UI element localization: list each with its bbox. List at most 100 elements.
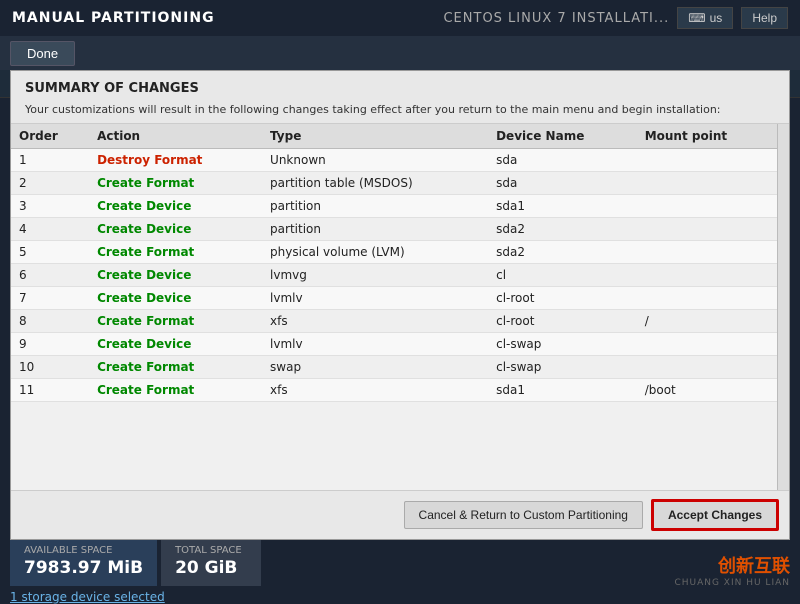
table-header-row: Order Action Type Device Name Mount poin…	[11, 124, 777, 149]
language-button[interactable]: ⌨ us	[677, 7, 733, 29]
watermark-sub: CHUANG XIN HU LIAN	[674, 578, 790, 588]
modal-description: Your customizations will result in the f…	[25, 102, 775, 117]
cell-device: cl-root	[488, 310, 637, 333]
cell-type: swap	[262, 356, 488, 379]
cell-mount	[637, 264, 777, 287]
cell-device: sda2	[488, 218, 637, 241]
cancel-button[interactable]: Cancel & Return to Custom Partitioning	[404, 501, 643, 529]
app-title: MANUAL PARTITIONING	[12, 10, 215, 26]
cell-device: sda2	[488, 241, 637, 264]
changes-table: Order Action Type Device Name Mount poin…	[11, 124, 777, 402]
cell-action: Create Device	[89, 195, 262, 218]
available-space-card: AVAILABLE SPACE 7983.97 MiB	[10, 537, 157, 586]
cell-order: 5	[11, 241, 89, 264]
available-value: 7983.97 MiB	[24, 558, 143, 578]
table-row: 5Create Formatphysical volume (LVM)sda2	[11, 241, 777, 264]
cell-action: Create Device	[89, 287, 262, 310]
cell-order: 11	[11, 379, 89, 402]
cell-type: Unknown	[262, 149, 488, 172]
cell-device: cl-root	[488, 287, 637, 310]
cell-action: Create Device	[89, 264, 262, 287]
cell-mount	[637, 356, 777, 379]
cell-type: xfs	[262, 310, 488, 333]
changes-table-wrap: Order Action Type Device Name Mount poin…	[11, 124, 777, 490]
table-row: 2Create Formatpartition table (MSDOS)sda	[11, 172, 777, 195]
modal-title: SUMMARY OF CHANGES	[25, 81, 775, 96]
cell-mount: /	[637, 310, 777, 333]
table-row: 1Destroy FormatUnknownsda	[11, 149, 777, 172]
cell-mount	[637, 149, 777, 172]
cell-device: sda	[488, 149, 637, 172]
table-row: 3Create Devicepartitionsda1	[11, 195, 777, 218]
cell-type: xfs	[262, 379, 488, 402]
cell-type: partition	[262, 218, 488, 241]
cell-mount	[637, 333, 777, 356]
table-row: 6Create Devicelvmvgcl	[11, 264, 777, 287]
summary-modal: SUMMARY OF CHANGES Your customizations w…	[10, 70, 790, 540]
col-mount: Mount point	[637, 124, 777, 149]
table-row: 7Create Devicelvmlvcl-root	[11, 287, 777, 310]
table-row: 4Create Devicepartitionsda2	[11, 218, 777, 241]
cell-type: partition table (MSDOS)	[262, 172, 488, 195]
table-row: 8Create Formatxfscl-root/	[11, 310, 777, 333]
cell-device: sda1	[488, 195, 637, 218]
top-bar-right: CENTOS LINUX 7 INSTALLATI... ⌨ us Help	[443, 7, 788, 29]
cell-device: sda	[488, 172, 637, 195]
table-row: 11Create Formatxfssda1/boot	[11, 379, 777, 402]
cell-type: lvmvg	[262, 264, 488, 287]
done-row: Done	[0, 36, 800, 70]
cell-type: lvmlv	[262, 333, 488, 356]
scrollbar[interactable]	[777, 124, 789, 490]
cell-order: 8	[11, 310, 89, 333]
cell-mount	[637, 172, 777, 195]
cell-type: partition	[262, 195, 488, 218]
watermark-logo: 创新互联	[718, 552, 790, 578]
cell-order: 7	[11, 287, 89, 310]
cell-order: 4	[11, 218, 89, 241]
cell-order: 10	[11, 356, 89, 379]
available-label: AVAILABLE SPACE	[24, 545, 143, 556]
table-row: 10Create Formatswapcl-swap	[11, 356, 777, 379]
accept-changes-button[interactable]: Accept Changes	[651, 499, 779, 531]
bottom-bar: AVAILABLE SPACE 7983.97 MiB TOTAL SPACE …	[0, 540, 800, 600]
cell-mount	[637, 195, 777, 218]
cell-mount: /boot	[637, 379, 777, 402]
col-action: Action	[89, 124, 262, 149]
col-order: Order	[11, 124, 89, 149]
cell-action: Create Format	[89, 172, 262, 195]
col-device: Device Name	[488, 124, 637, 149]
cell-order: 9	[11, 333, 89, 356]
cell-type: physical volume (LVM)	[262, 241, 488, 264]
cell-device: sda1	[488, 379, 637, 402]
cell-action: Create Device	[89, 333, 262, 356]
table-row: 9Create Devicelvmlvcl-swap	[11, 333, 777, 356]
centos-title: CENTOS LINUX 7 INSTALLATI...	[443, 11, 669, 26]
cell-mount	[637, 241, 777, 264]
cell-device: cl-swap	[488, 333, 637, 356]
lang-label: us	[710, 11, 723, 25]
cell-device: cl	[488, 264, 637, 287]
cell-mount	[637, 218, 777, 241]
storage-cards: AVAILABLE SPACE 7983.97 MiB TOTAL SPACE …	[10, 537, 261, 586]
storage-device-link[interactable]: 1 storage device selected	[10, 590, 261, 604]
cell-action: Create Format	[89, 241, 262, 264]
watermark: 创新互联 CHUANG XIN HU LIAN	[674, 552, 790, 588]
done-button[interactable]: Done	[10, 41, 75, 66]
cell-mount	[637, 287, 777, 310]
cell-action: Create Format	[89, 310, 262, 333]
cell-type: lvmlv	[262, 287, 488, 310]
keyboard-icon: ⌨	[688, 11, 705, 25]
cell-order: 2	[11, 172, 89, 195]
total-label: TOTAL SPACE	[175, 545, 247, 556]
cell-order: 6	[11, 264, 89, 287]
cell-action: Destroy Format	[89, 149, 262, 172]
cell-order: 3	[11, 195, 89, 218]
cell-action: Create Device	[89, 218, 262, 241]
modal-footer: Cancel & Return to Custom Partitioning A…	[11, 490, 789, 539]
col-type: Type	[262, 124, 488, 149]
help-button[interactable]: Help	[741, 7, 788, 29]
cell-order: 1	[11, 149, 89, 172]
modal-header: SUMMARY OF CHANGES Your customizations w…	[11, 71, 789, 124]
cell-action: Create Format	[89, 356, 262, 379]
total-value: 20 GiB	[175, 558, 247, 578]
